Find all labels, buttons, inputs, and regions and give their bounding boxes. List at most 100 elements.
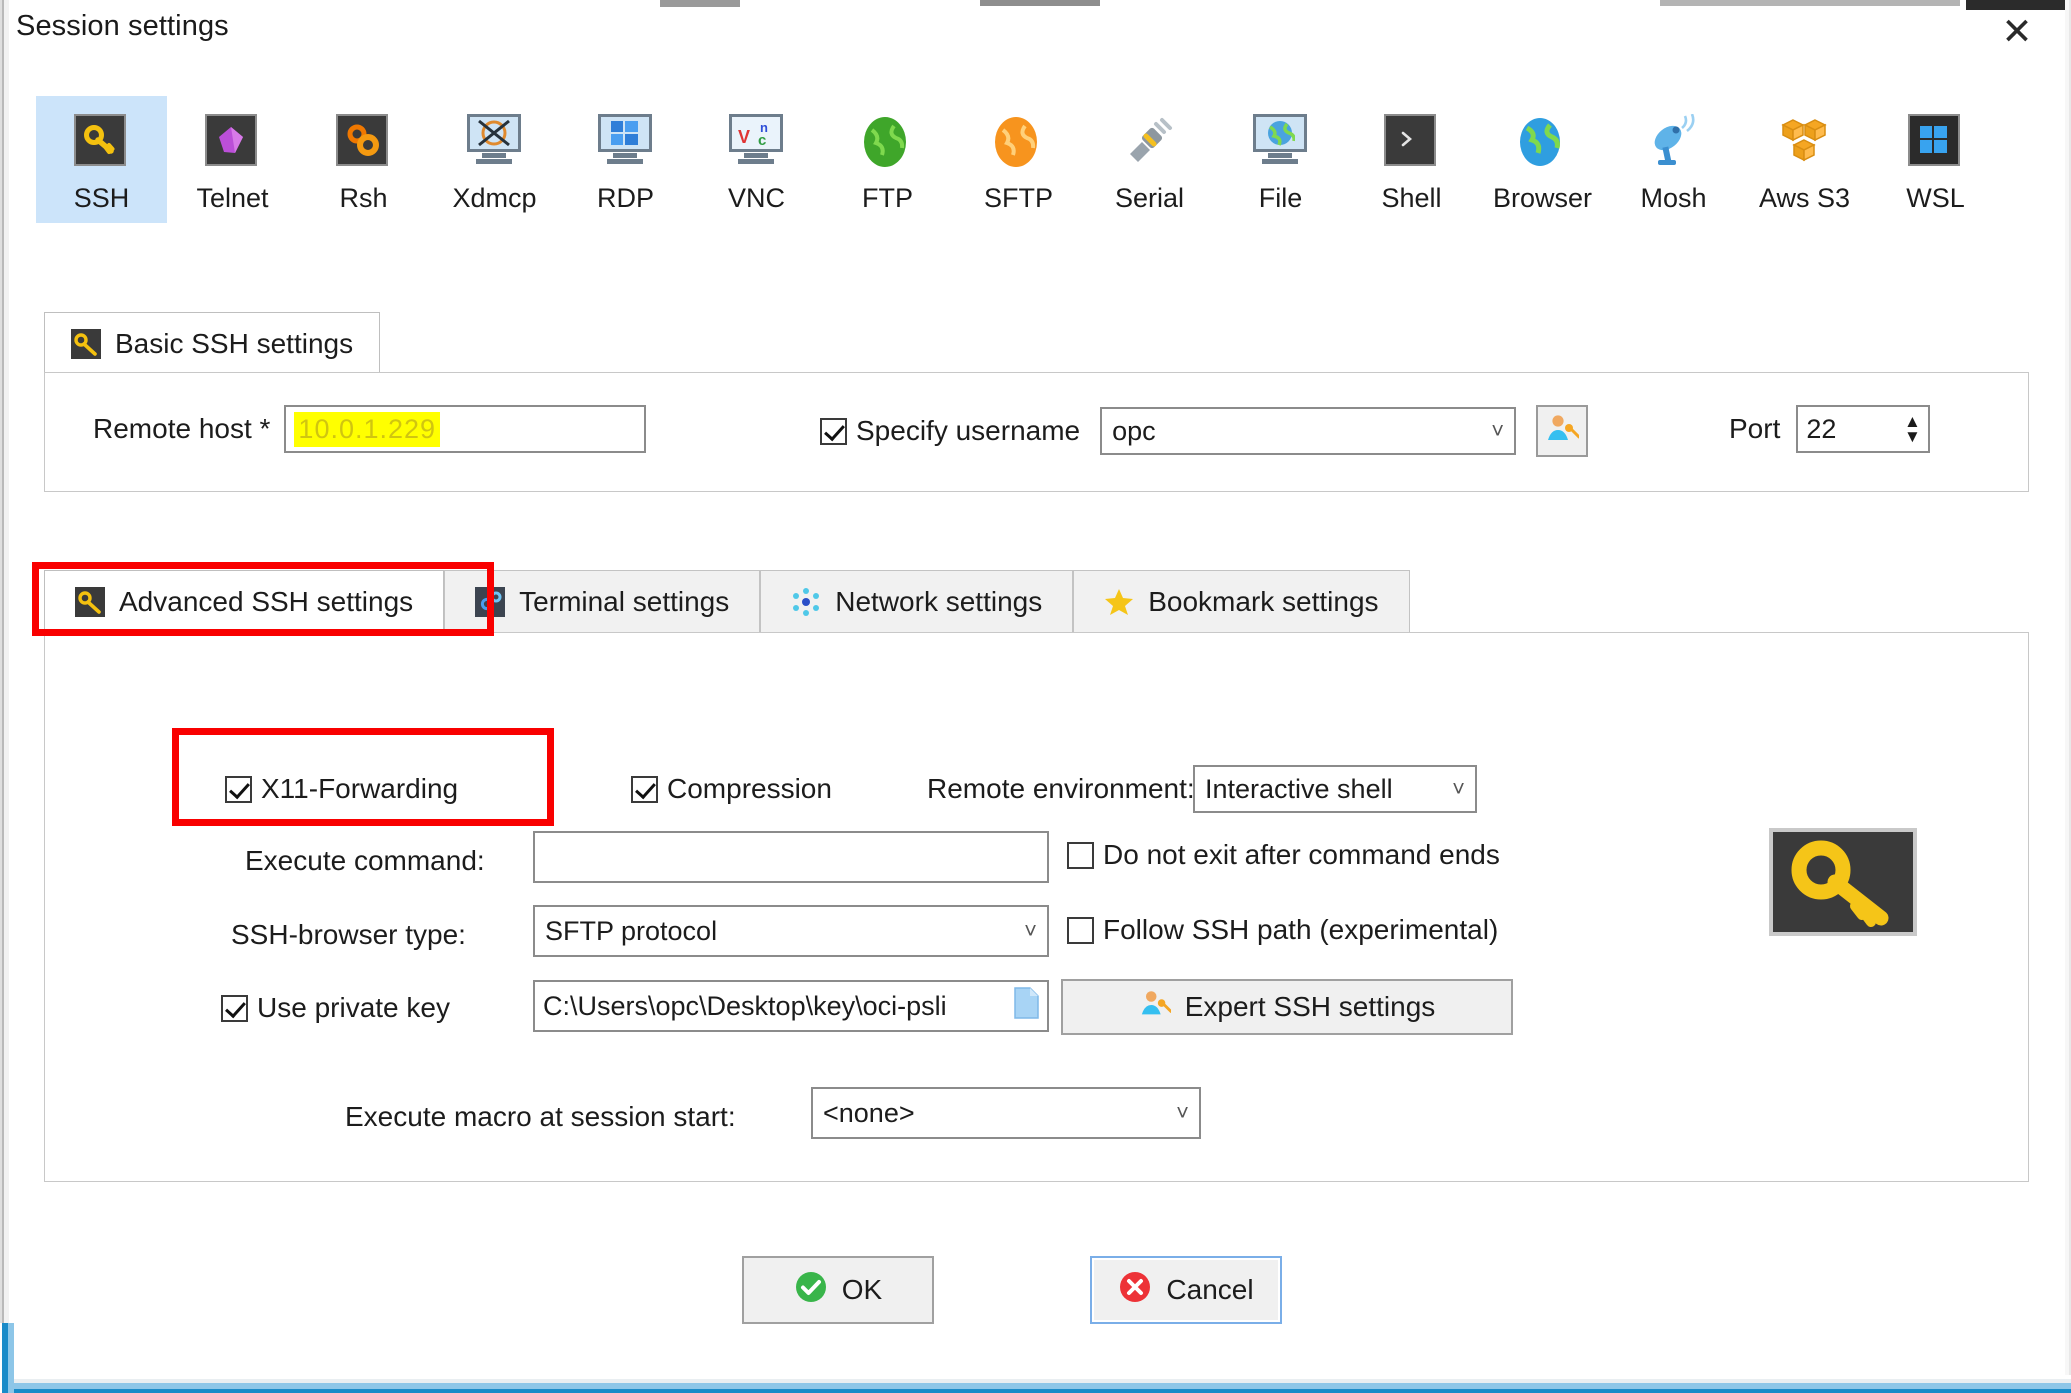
close-icon[interactable]: ✕ xyxy=(1989,8,2045,54)
wrench-icon xyxy=(71,328,101,359)
execute-command-label: Execute command: xyxy=(245,845,485,876)
port-input[interactable]: 22 xyxy=(1796,405,1897,453)
use-private-key-checkbox[interactable]: Use private key xyxy=(221,992,450,1024)
ssh-browser-type-select[interactable]: SFTP protocol ˅ xyxy=(533,905,1049,957)
rsh-gears-icon xyxy=(335,114,392,170)
session-type-shell[interactable]: Shell xyxy=(1346,96,1477,223)
tab-advanced-ssh-settings[interactable]: Advanced SSH settings xyxy=(44,570,445,632)
session-type-label: VNC xyxy=(727,183,785,213)
session-type-mosh[interactable]: Mosh xyxy=(1608,96,1739,223)
specify-username-checkbox[interactable]: Specify username xyxy=(820,415,1080,447)
chevron-down-icon: ˅ xyxy=(1176,1100,1189,1125)
session-type-xdmcp[interactable]: Xdmcp xyxy=(429,96,560,223)
shell-prompt-icon xyxy=(1383,114,1440,170)
file-monitor-icon xyxy=(1252,114,1309,170)
mosh-dish-icon xyxy=(1646,113,1702,170)
session-type-aws-s3[interactable]: Aws S3 xyxy=(1739,96,1870,223)
aws-s3-cubes-icon xyxy=(1777,114,1833,170)
session-type-vnc[interactable]: V n c VNC xyxy=(691,96,822,223)
session-type-browser[interactable]: Browser xyxy=(1477,96,1608,223)
session-type-wsl[interactable]: WSL xyxy=(1870,96,2001,223)
session-type-rdp[interactable]: RDP xyxy=(560,96,691,223)
window-right-border xyxy=(2065,0,2071,1393)
ssh-key-icon xyxy=(73,114,130,170)
session-type-file[interactable]: File xyxy=(1215,96,1346,223)
user-key-icon xyxy=(1545,412,1581,451)
ok-button[interactable]: OK xyxy=(742,1256,934,1324)
compression-checkbox[interactable]: Compression xyxy=(631,773,832,805)
expert-ssh-settings-button[interactable]: Expert SSH settings xyxy=(1061,979,1513,1035)
basic-settings-tabrow: Basic SSH settings xyxy=(44,312,381,374)
execute-macro-select[interactable]: <none> ˅ xyxy=(811,1087,1201,1139)
ssh-browser-type-label: SSH-browser type: xyxy=(231,919,466,950)
browser-globe-icon xyxy=(1515,114,1571,170)
x-circle-icon xyxy=(1118,1270,1152,1311)
session-type-ssh[interactable]: SSH xyxy=(36,96,167,223)
checkbox-box xyxy=(1067,841,1094,869)
session-type-rsh[interactable]: Rsh xyxy=(298,96,429,223)
remote-host-input[interactable]: 10.0.1.229 xyxy=(284,405,647,453)
session-type-serial[interactable]: Serial xyxy=(1084,96,1215,223)
stepper-down-icon: ▼ xyxy=(1903,427,1921,446)
window-bottom-border xyxy=(0,1375,2071,1393)
session-type-label: SSH xyxy=(73,183,130,213)
tab-label: Advanced SSH settings xyxy=(119,585,414,617)
tab-network-settings[interactable]: Network settings xyxy=(760,570,1074,632)
remote-environment-select[interactable]: Interactive shell ˅ xyxy=(1193,765,1477,813)
remote-environment-value: Interactive shell xyxy=(1205,773,1393,804)
x11-forwarding-checkbox[interactable]: X11-Forwarding xyxy=(225,773,458,805)
session-type-label: File xyxy=(1258,183,1303,213)
chevron-down-icon: ˅ xyxy=(1452,776,1465,801)
advanced-settings-tabrow: Advanced SSH settings Terminal settings xyxy=(44,570,1410,632)
remote-environment-label: Remote environment: xyxy=(927,773,1195,804)
ssh-browser-type-value: SFTP protocol xyxy=(545,915,718,946)
key-icon xyxy=(1769,828,1917,936)
serial-plug-icon xyxy=(1122,114,1178,170)
session-type-sftp[interactable]: SFTP xyxy=(953,96,1084,223)
session-type-label: Browser xyxy=(1492,183,1593,213)
session-type-label: Telnet xyxy=(196,183,269,213)
svg-text:c: c xyxy=(758,132,766,148)
session-type-label: Shell xyxy=(1381,183,1442,213)
tab-label: Terminal settings xyxy=(519,585,730,617)
execute-macro-value: <none> xyxy=(823,1097,915,1128)
checkbox-box xyxy=(225,775,252,803)
file-browse-icon[interactable] xyxy=(1013,986,1039,1026)
session-type-label: SFTP xyxy=(983,183,1053,213)
tab-label: Bookmark settings xyxy=(1148,585,1379,617)
private-key-path-input[interactable]: C:\Users\opc\Desktop\key\oci-psli xyxy=(533,980,1049,1032)
port-stepper[interactable]: ▲ ▼ xyxy=(1896,405,1931,453)
star-icon xyxy=(1104,587,1134,617)
session-type-label: FTP xyxy=(862,183,913,213)
tab-terminal-settings[interactable]: Terminal settings xyxy=(444,570,761,632)
tab-bookmark-settings[interactable]: Bookmark settings xyxy=(1073,570,1410,632)
execute-command-input[interactable] xyxy=(533,831,1049,883)
session-type-ftp[interactable]: FTP xyxy=(822,96,953,223)
checkbox-box xyxy=(820,417,847,445)
cancel-button[interactable]: Cancel xyxy=(1090,1256,1282,1324)
private-key-path-value: C:\Users\opc\Desktop\key\oci-psli xyxy=(543,990,947,1021)
follow-ssh-path-checkbox[interactable]: Follow SSH path (experimental) xyxy=(1067,914,1498,946)
username-input[interactable]: opc ˅ xyxy=(1100,407,1517,455)
session-settings-dialog: Session settings ✕ SSH Telnet Rsh Xdmcp … xyxy=(0,0,2071,1393)
session-type-label: Xdmcp xyxy=(452,183,537,213)
check-circle-icon xyxy=(794,1270,828,1311)
tab-basic-ssh-settings[interactable]: Basic SSH settings xyxy=(44,312,381,374)
port-value: 22 xyxy=(1806,413,1837,444)
remote-host-label: Remote host * xyxy=(93,413,271,444)
session-type-label: Rsh xyxy=(339,183,388,213)
basic-settings-panel: Remote host * 10.0.1.229 Specify usernam… xyxy=(44,372,2029,492)
do-not-exit-label: Do not exit after command ends xyxy=(1103,839,1500,870)
network-icon xyxy=(791,587,821,617)
chevron-down-icon: ˅ xyxy=(1024,918,1037,943)
session-type-toolbar: SSH Telnet Rsh Xdmcp RDP V n c VNC FTP S… xyxy=(36,96,2001,223)
session-type-label: Mosh xyxy=(1640,183,1707,213)
gear-blue-icon xyxy=(475,586,506,617)
remote-host-value: 10.0.1.229 xyxy=(294,411,441,447)
expert-ssh-settings-label: Expert SSH settings xyxy=(1184,991,1436,1022)
session-type-label: Aws S3 xyxy=(1758,183,1851,213)
user-key-button[interactable] xyxy=(1536,405,1589,457)
session-type-label: RDP xyxy=(596,183,654,213)
do-not-exit-checkbox[interactable]: Do not exit after command ends xyxy=(1067,839,1500,871)
session-type-telnet[interactable]: Telnet xyxy=(167,96,298,223)
